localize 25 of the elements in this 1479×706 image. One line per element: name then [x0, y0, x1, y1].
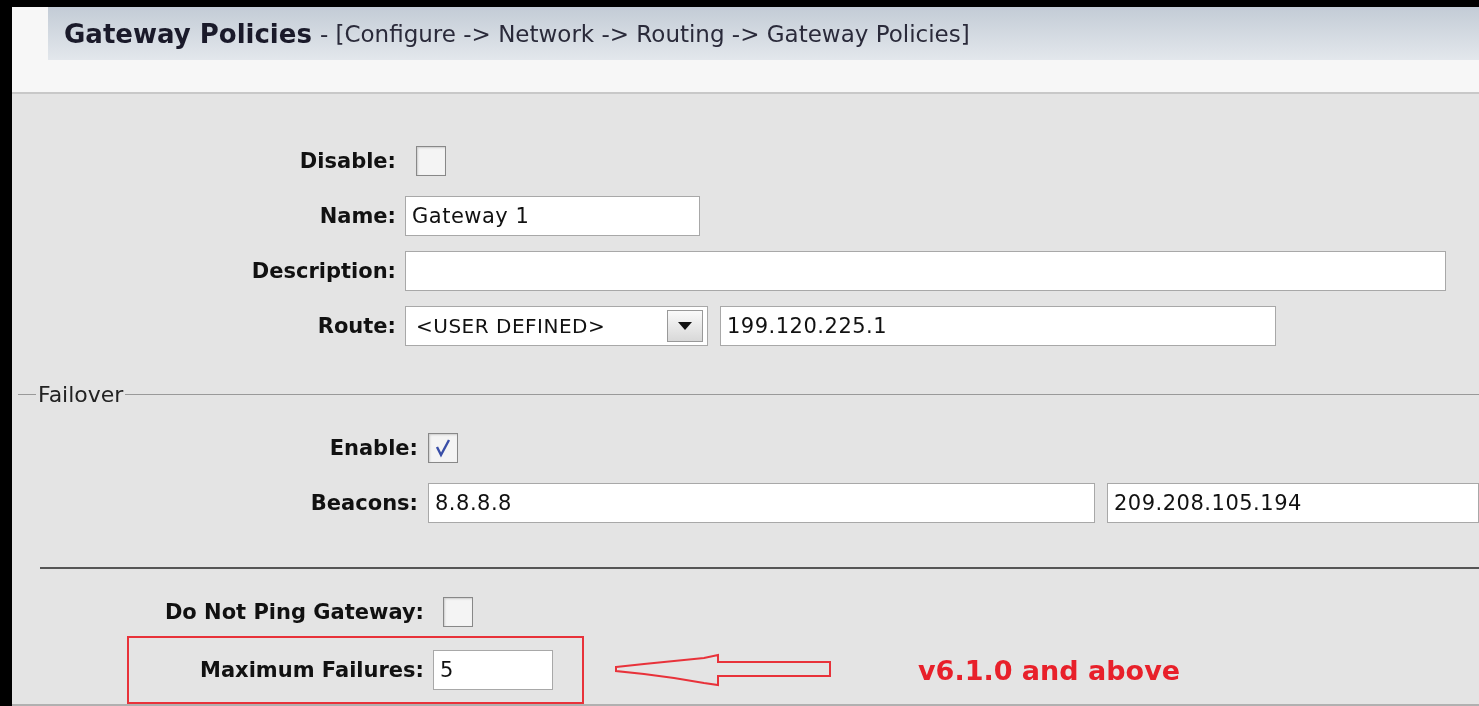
- version-note: v6.1.0 and above: [918, 654, 1181, 686]
- beacon-field[interactable]: 8.8.8.8: [428, 483, 1095, 523]
- field-label: Route:: [316, 314, 396, 338]
- caret-down-icon: [678, 322, 692, 330]
- field-label: Name:: [318, 204, 396, 228]
- breadcrumb: - [Configure -> Network -> Routing -> Gateway Policies]: [319, 20, 970, 47]
- field-label: Maximum Failures:: [199, 658, 424, 682]
- field-label: Disable:: [298, 149, 396, 173]
- field-label: Enable:: [328, 436, 418, 460]
- field-label: Beacons:: [309, 491, 418, 515]
- arrow-icon: [614, 653, 834, 687]
- checkmark-icon: [434, 438, 452, 458]
- page-title: Gateway Policies: [64, 18, 312, 49]
- text-field[interactable]: [405, 251, 1446, 291]
- checkbox[interactable]: [428, 433, 458, 463]
- checkbox[interactable]: [443, 597, 473, 627]
- text-field[interactable]: 5: [433, 650, 553, 690]
- field-label: Description:: [250, 259, 396, 283]
- gateway-ip-field[interactable]: 199.120.225.1: [720, 306, 1276, 346]
- text-field[interactable]: Gateway 1: [405, 196, 700, 236]
- checkbox[interactable]: [416, 146, 446, 176]
- section-legend: Failover: [36, 381, 126, 407]
- field-label: Do Not Ping Gateway:: [163, 600, 424, 624]
- route-dropdown[interactable]: <USER DEFINED>: [405, 306, 708, 346]
- beacon-field[interactable]: 209.208.105.194: [1107, 483, 1479, 523]
